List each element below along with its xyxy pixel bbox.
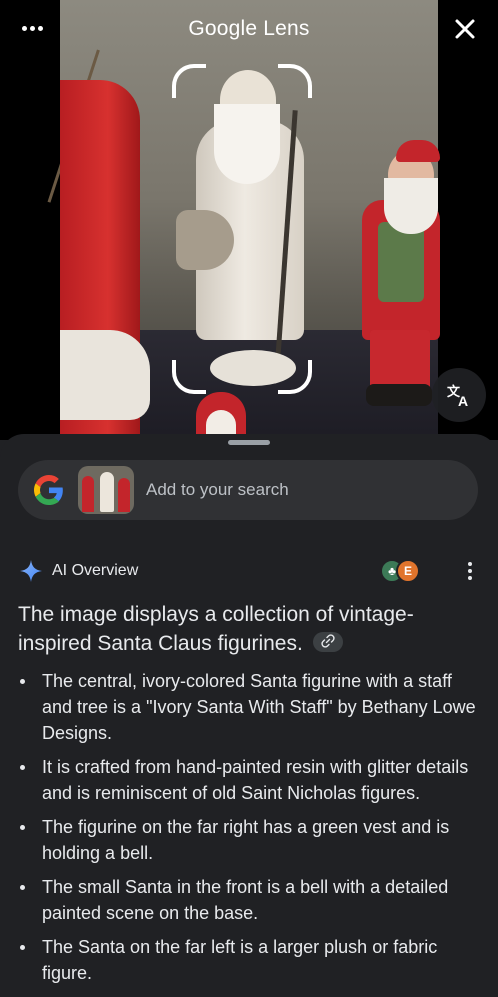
- more-vertical-icon[interactable]: [460, 558, 480, 584]
- search-placeholder: Add to your search: [146, 480, 289, 499]
- close-icon[interactable]: [448, 12, 482, 46]
- list-item: It is crafted from hand-painted resin wi…: [18, 754, 480, 806]
- list-item: The central, ivory-colored Santa figurin…: [18, 668, 480, 746]
- ai-overview-bullets: The central, ivory-colored Santa figurin…: [18, 668, 480, 994]
- search-image-thumbnail[interactable]: [78, 466, 134, 514]
- list-item: The Santa on the far left is a larger pl…: [18, 934, 480, 986]
- translate-button[interactable]: 文 A: [432, 368, 486, 422]
- drag-handle[interactable]: [228, 440, 270, 445]
- right-santa-vest: [378, 222, 424, 302]
- list-item: The figurine on the far right has a gree…: [18, 814, 480, 866]
- camera-preview[interactable]: [0, 0, 498, 440]
- app-title: Google Lens: [188, 17, 310, 40]
- center-santa-bag: [176, 210, 234, 270]
- right-santa-beard: [384, 178, 438, 234]
- center-santa-beard: [214, 104, 280, 184]
- svg-text:A: A: [458, 393, 468, 408]
- right-santa-hat: [396, 140, 440, 162]
- list-item: The small Santa in the front is a bell w…: [18, 874, 480, 926]
- results-sheet: Add to your search AI Overview ♣ E The i…: [0, 434, 498, 997]
- ai-overview-header: AI Overview ♣ E: [20, 558, 480, 584]
- link-icon[interactable]: [312, 632, 343, 653]
- google-g-icon: [34, 475, 63, 505]
- left-santa-fur-trim: [60, 330, 150, 420]
- sparkle-icon: [20, 560, 42, 582]
- source-favicons[interactable]: ♣ E: [380, 558, 424, 584]
- right-santa-boots: [366, 384, 432, 406]
- ai-overview-label: AI Overview: [52, 562, 139, 579]
- source-favicon-e: E: [396, 559, 420, 583]
- search-bar[interactable]: Add to your search: [18, 460, 478, 520]
- summary-text: The image displays a collection of vinta…: [18, 603, 414, 655]
- translate-icon: 文 A: [447, 384, 468, 408]
- ai-overview-summary: The image displays a collection of vinta…: [18, 600, 480, 658]
